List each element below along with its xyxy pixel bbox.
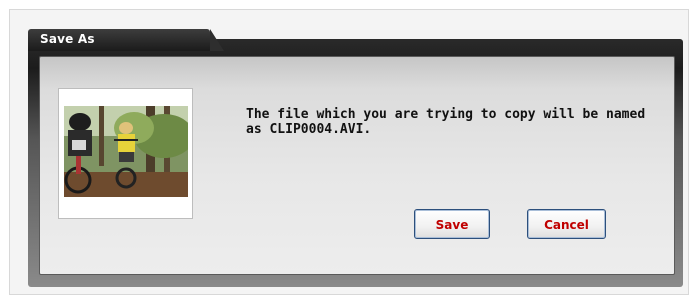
thumbnail-frame	[58, 88, 193, 219]
dialog-message: The file which you are trying to copy wi…	[246, 107, 646, 137]
video-thumbnail-icon	[64, 106, 188, 197]
dialog-title: Save As	[40, 32, 95, 46]
cancel-button[interactable]: Cancel	[527, 209, 606, 239]
save-as-dialog: Save As The file which you are trying to…	[28, 29, 683, 287]
dialog-title-tab: Save As	[28, 29, 224, 51]
dialog-body: The file which you are trying to copy wi…	[39, 56, 675, 275]
video-thumbnail-illustration	[64, 106, 188, 197]
save-button[interactable]: Save	[414, 209, 490, 239]
